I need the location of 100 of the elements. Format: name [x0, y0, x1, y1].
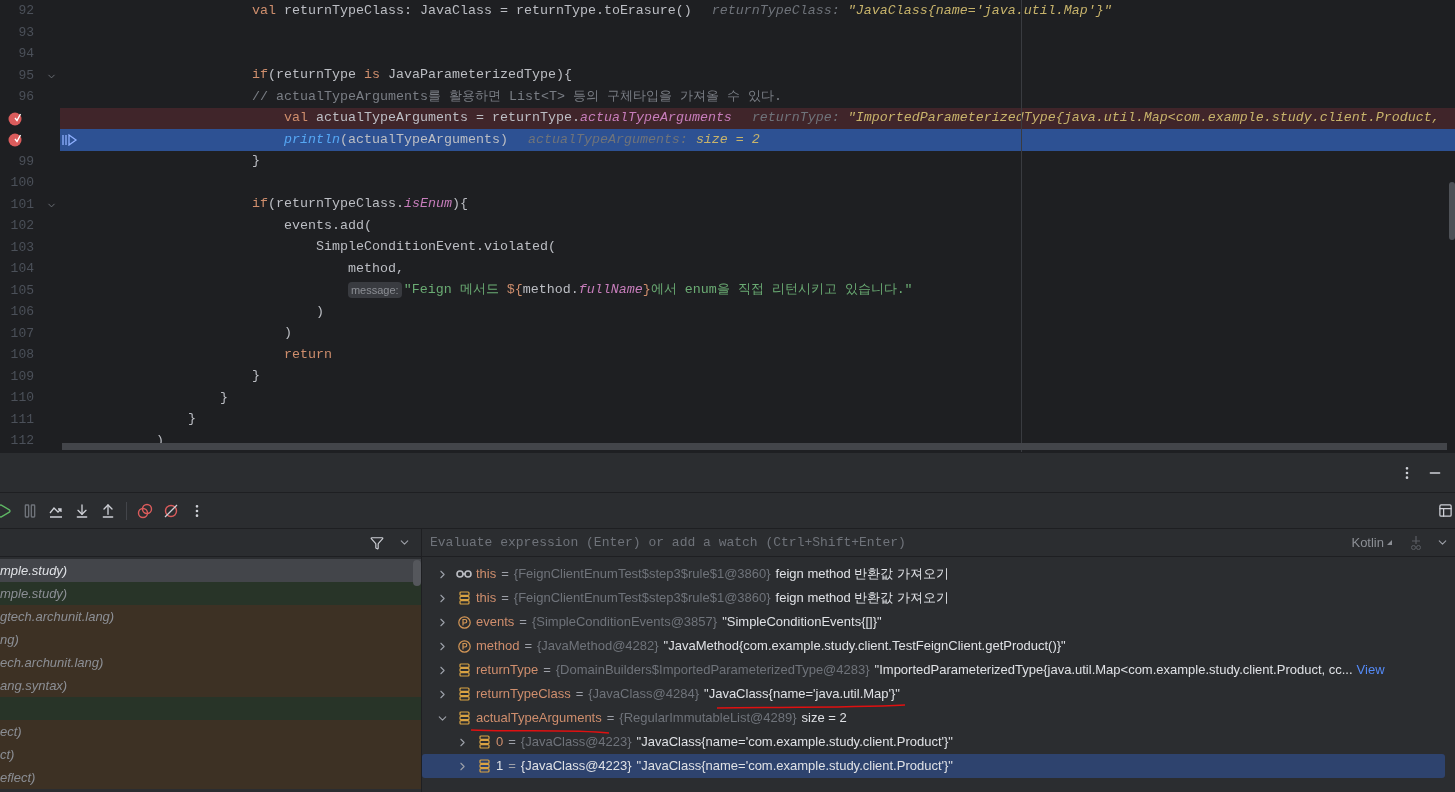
- variable-value: "JavaClass{name='com.example.study.client.Product'}": [636, 757, 953, 776]
- variable-type: {JavaMethod@4282}: [536, 637, 659, 656]
- variable-row[interactable]: 0 = {JavaClass@4223} "JavaClass{name='com.example.study.client.Product'}": [422, 730, 1445, 754]
- field-icon: [458, 591, 470, 605]
- field-icon: [458, 687, 470, 701]
- variable-name: returnType: [476, 661, 539, 680]
- equals-sign: =: [606, 709, 615, 728]
- pause-icon[interactable]: [22, 502, 38, 519]
- code-text: }: [250, 152, 260, 171]
- filter-icon[interactable]: [370, 535, 384, 550]
- code-text: events.add(: [282, 216, 372, 235]
- variable-value: "SimpleConditionEvents{[]}": [722, 613, 882, 632]
- glasses-icon: [456, 569, 472, 579]
- mute-breakpoints-icon[interactable]: [163, 502, 179, 519]
- variable-name: 0: [496, 733, 504, 752]
- inline-value-hint: actualTypeArguments: size = 2: [527, 130, 760, 149]
- field-icon: [478, 735, 490, 749]
- code-text: }: [218, 388, 228, 407]
- code-text: ): [282, 324, 292, 343]
- variable-value: "JavaClass{name='java.util.Map'}": [704, 684, 900, 704]
- variable-name: actualTypeArguments: [476, 708, 602, 728]
- code-text: println(actualTypeArguments): [282, 130, 508, 149]
- variable-row[interactable]: this = {FeignClientEnumTest$step3$rule$1@3860} feign method 반환값 가져오기: [422, 562, 1445, 586]
- variable-name: this: [476, 565, 497, 584]
- stack-frame[interactable]: ect): [0, 720, 421, 743]
- variable-name: 1: [496, 757, 504, 776]
- variable-type: {JavaClass@4284}: [588, 685, 700, 704]
- variable-value: "JavaClass{name='com.example.study.client.Product'}": [636, 733, 953, 752]
- variable-row[interactable]: returnTypeClass = {JavaClass@4284} "JavaClass{name='java.util.Map'}": [422, 682, 1445, 706]
- variable-type: {FeignClientEnumTest$step3$rule$1@3860}: [513, 589, 771, 608]
- equals-sign: =: [508, 757, 516, 776]
- equals-sign: =: [519, 613, 527, 632]
- parameter-icon: [457, 639, 471, 653]
- inline-value-hint: returnType: "ImportedParameterizedType{java.util.Map<com.example.study.client.Product,: [751, 109, 1440, 128]
- code-text: ): [314, 302, 324, 321]
- variable-type: {RegularImmutableList@4289}: [619, 709, 797, 728]
- stack-frame[interactable]: eflect): [0, 766, 421, 789]
- evaluate-expression-field[interactable]: Evaluate expression (Enter) or add a watch (Ctrl+Shift+Enter): [422, 529, 1352, 556]
- variable-type: {DomainBuilders$ImportedParameterizedType@4283}: [555, 661, 870, 680]
- code-text: val returnTypeClass: JavaClass = returnType.toErasure(): [250, 1, 692, 20]
- inline-value-hint: returnTypeClass: "JavaClass{name='java.util.Map'}": [711, 1, 1112, 20]
- equals-sign: =: [501, 565, 509, 584]
- variable-row[interactable]: method = {JavaMethod@4282} "JavaMethod{com.example.study.client.TestFeignClient.getProduct()}": [422, 634, 1445, 658]
- equals-sign: =: [508, 733, 516, 752]
- field-icon: [458, 663, 470, 677]
- parameter-icon: [457, 615, 471, 629]
- step-into-icon[interactable]: [74, 502, 90, 519]
- scrollbar-thumb[interactable]: [413, 560, 421, 586]
- stack-frame[interactable]: ech.archunit.lang): [0, 651, 421, 674]
- stack-frame[interactable]: mple.study): [0, 582, 421, 605]
- variable-name: events: [476, 613, 515, 632]
- variable-row[interactable]: actualTypeArguments = {RegularImmutableList@4289} size = 2: [422, 706, 1445, 730]
- variable-name: method: [476, 637, 520, 656]
- variable-row[interactable]: returnType = {DomainBuilders$ImportedParameterizedType@4283} "ImportedParameterizedType{java.util.Map<com.example.study.client.Product, cc... View: [422, 658, 1445, 682]
- scrollbar-thumb[interactable]: [1449, 182, 1455, 240]
- parameter-hint: message:: [347, 282, 402, 299]
- layout-icon[interactable]: [1438, 503, 1453, 518]
- step-out-icon[interactable]: [100, 502, 116, 519]
- equals-sign: =: [575, 685, 584, 704]
- equals-sign: =: [524, 637, 532, 656]
- code-text: "Feign 메서드 ${method.fullName}에서 enum을 직접 리턴시키고 있습니다.": [403, 281, 913, 300]
- breakpoint-icon[interactable]: [8, 111, 22, 126]
- stack-frame[interactable]: gtech.archunit.lang): [0, 605, 421, 628]
- variable-row[interactable]: events = {SimpleConditionEvents@3857} "SimpleConditionEvents{[]}": [422, 610, 1445, 634]
- variable-value: feign method 반환값 가져오기: [775, 565, 949, 584]
- variable-name: this: [476, 589, 497, 608]
- code-text: // actualTypeArguments를 활용하면 List<T> 등의 구체타입을 가져올 수 있다.: [250, 87, 782, 106]
- equals-sign: =: [543, 661, 551, 680]
- resume-icon[interactable]: [0, 502, 12, 519]
- variable-row[interactable]: 1 = {JavaClass@4223} "JavaClass{name='com.example.study.client.Product'}": [422, 754, 1445, 778]
- variable-type: {SimpleConditionEvents@3857}: [531, 613, 718, 632]
- variable-row[interactable]: this = {FeignClientEnumTest$step3$rule$1@3860} feign method 반환값 가져오기: [422, 586, 1445, 610]
- variable-type: {JavaClass@4223}: [520, 733, 632, 752]
- variable-type: {FeignClientEnumTest$step3$rule$1@3860}: [513, 565, 771, 584]
- stack-frame[interactable]: ang.syntax): [0, 674, 421, 697]
- variable-name: returnTypeClass: [476, 685, 571, 704]
- view-link[interactable]: View: [1356, 660, 1385, 680]
- variable-value: "JavaMethod{com.example.study.client.TestFeignClient.getProduct()}": [663, 637, 1066, 656]
- code-text: if(returnType is JavaParameterizedType){: [250, 66, 572, 85]
- variable-value: size = 2: [801, 709, 847, 728]
- field-icon: [458, 711, 470, 725]
- code-text: method,: [346, 259, 404, 278]
- breakpoints-icon[interactable]: [137, 502, 153, 519]
- code-text: val actualTypeArguments = returnType.actualTypeArguments: [282, 109, 732, 128]
- horizontal-scrollbar[interactable]: [62, 443, 1447, 450]
- field-icon: [478, 759, 490, 773]
- stack-frame[interactable]: ng): [0, 628, 421, 651]
- stack-frame[interactable]: ct): [0, 743, 421, 766]
- variable-type: {JavaClass@4223}: [520, 757, 632, 776]
- stack-frame[interactable]: mple.study): [0, 559, 421, 582]
- variable-value: feign method 반환값 가져오기: [775, 589, 949, 608]
- code-text: }: [250, 367, 260, 386]
- equals-sign: =: [501, 589, 509, 608]
- code-text: SimpleConditionEvent.violated(: [314, 238, 556, 257]
- caret-icon: [1387, 540, 1392, 545]
- code-text: if(returnTypeClass.isEnum){: [250, 195, 468, 214]
- variable-value: "ImportedParameterizedType{java.util.Map<com.example.study.client.Product, cc...: [874, 661, 1353, 680]
- code-text: return: [282, 345, 332, 364]
- language-dropdown[interactable]: Kotlin: [1351, 532, 1392, 553]
- breakpoint-icon[interactable]: [8, 133, 22, 147]
